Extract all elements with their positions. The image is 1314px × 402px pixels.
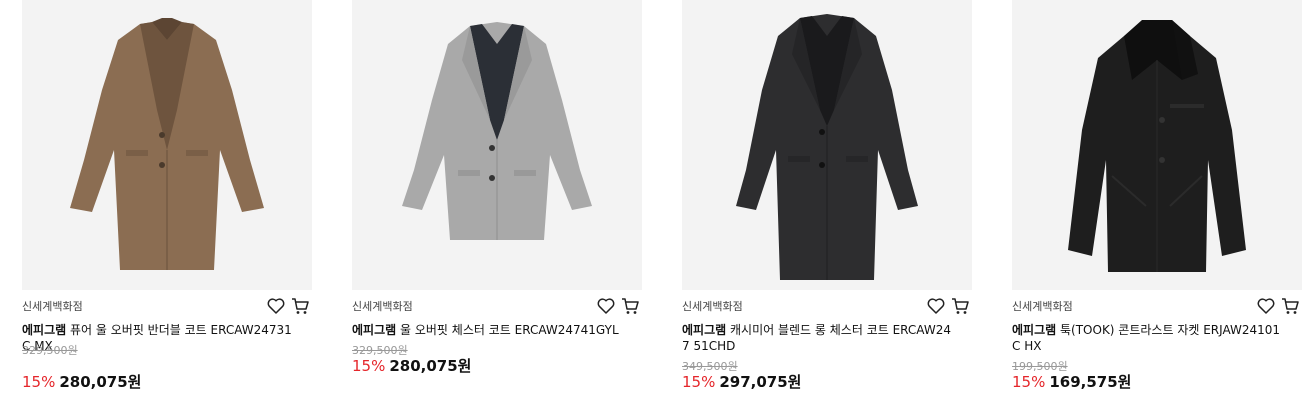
brand-name: 에피그램: [22, 323, 67, 337]
coat-image: [682, 0, 972, 290]
heart-icon[interactable]: [266, 296, 286, 316]
product-card[interactable]: 신세계백화점 에피그램 캐시미어 블렌드 롱 체스터 코트 ERCAW247 5…: [682, 0, 972, 402]
cart-icon[interactable]: [1280, 296, 1300, 316]
product-grid: 신세계백화점 에피그램 퓨어 울 오버핏 반더블 코트 ERCAW24731C …: [0, 0, 1314, 402]
sale-price-row: 15% 280,075원: [352, 356, 471, 376]
store-label: 신세계백화점: [1012, 300, 1073, 313]
heart-icon[interactable]: [926, 296, 946, 316]
product-image[interactable]: [1012, 0, 1302, 290]
sale-price: 280,075원: [389, 357, 472, 375]
sale-price: 169,575원: [1049, 373, 1132, 391]
brand-name: 에피그램: [1012, 323, 1057, 337]
sale-price: 297,075원: [719, 373, 802, 391]
original-price: 329,500원: [22, 344, 78, 357]
brand-name: 에피그램: [352, 323, 397, 337]
discount-rate: 15%: [352, 357, 386, 375]
card-actions: [596, 296, 642, 318]
card-actions: [926, 296, 972, 318]
heart-icon[interactable]: [596, 296, 616, 316]
brand-name: 에피그램: [682, 323, 727, 337]
discount-rate: 15%: [1012, 373, 1046, 391]
cart-icon[interactable]: [620, 296, 640, 316]
cart-icon[interactable]: [950, 296, 970, 316]
product-card[interactable]: 신세계백화점 에피그램 툭(TOOK) 콘트라스트 자켓 ERJAW24101C…: [1012, 0, 1302, 402]
store-label: 신세계백화점: [682, 300, 743, 313]
store-label: 신세계백화점: [22, 300, 83, 313]
card-actions: [266, 296, 312, 318]
product-image[interactable]: [682, 0, 972, 290]
coat-image: [352, 0, 642, 290]
sale-price-row: 15% 169,575원: [1012, 372, 1131, 392]
store-label: 신세계백화점: [352, 300, 413, 313]
product-card[interactable]: 신세계백화점 에피그램 울 오버핏 체스터 코트 ERCAW24741GYL 3…: [352, 0, 642, 402]
cart-icon[interactable]: [290, 296, 310, 316]
sale-price: 280,075원: [59, 373, 142, 391]
product-title[interactable]: 에피그램 울 오버핏 체스터 코트 ERCAW24741GYL: [352, 322, 627, 338]
coat-image: [22, 0, 312, 290]
heart-icon[interactable]: [1256, 296, 1276, 316]
product-image[interactable]: [22, 0, 312, 290]
sale-price-row: 15% 297,075원: [682, 372, 801, 392]
product-title[interactable]: 에피그램 툭(TOOK) 콘트라스트 자켓 ERJAW24101C HX: [1012, 322, 1287, 354]
product-card[interactable]: 신세계백화점 에피그램 퓨어 울 오버핏 반더블 코트 ERCAW24731C …: [22, 0, 312, 402]
jacket-image: [1012, 0, 1302, 290]
product-image[interactable]: [352, 0, 642, 290]
card-actions: [1256, 296, 1302, 318]
product-name: 울 오버핏 체스터 코트 ERCAW24741GYL: [400, 323, 619, 337]
sale-price-row: 15% 280,075원: [22, 372, 141, 392]
discount-rate: 15%: [22, 373, 56, 391]
discount-rate: 15%: [682, 373, 716, 391]
product-title[interactable]: 에피그램 캐시미어 블렌드 롱 체스터 코트 ERCAW247 51CHD: [682, 322, 957, 354]
